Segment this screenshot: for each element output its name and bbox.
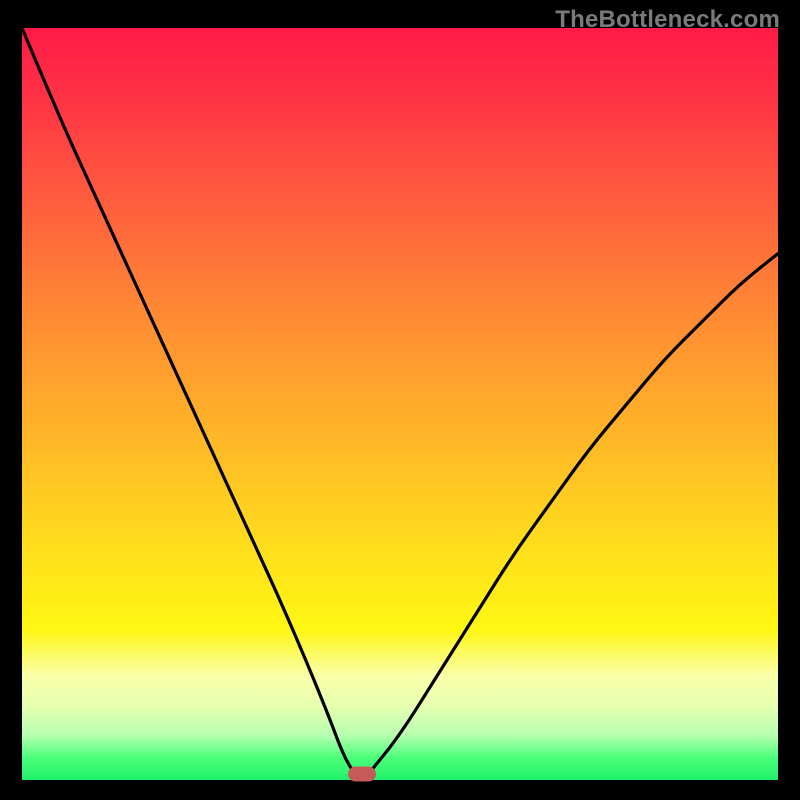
gradient-background xyxy=(22,28,778,780)
plot-area xyxy=(22,28,778,780)
chart-container: TheBottleneck.com xyxy=(0,0,800,800)
optimum-marker xyxy=(348,767,376,782)
